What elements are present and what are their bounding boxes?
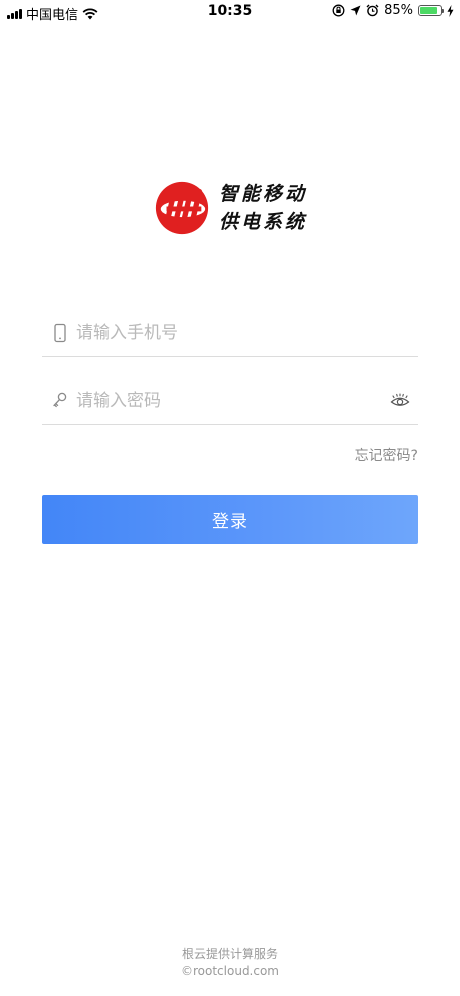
forgot-password-link[interactable]: 忘记密码? (355, 445, 418, 465)
login-button[interactable]: 登录 (42, 495, 418, 544)
phone-icon (54, 323, 66, 343)
eye-icon[interactable] (390, 393, 410, 409)
logo-emblem-icon (155, 181, 209, 235)
password-input[interactable] (76, 388, 376, 414)
battery-percent: 85% (384, 3, 413, 18)
battery-fill (420, 7, 437, 14)
footer: 根云提供计算服务 ©rootcloud.com (0, 946, 460, 980)
lock-rotation-icon (332, 4, 345, 17)
footer-provider-text: 根云提供计算服务 (181, 947, 278, 961)
battery-icon (418, 5, 444, 16)
phone-field (42, 312, 418, 357)
logo-line-2: 供电系统 (219, 211, 308, 233)
status-right: 85% (332, 3, 454, 18)
password-field (42, 380, 418, 425)
alarm-icon (366, 4, 379, 17)
location-icon (350, 5, 361, 16)
key-icon (53, 392, 67, 408)
logo-text: 智能移动 供电系统 (219, 180, 307, 236)
charging-icon (447, 4, 454, 17)
logo-line-1: 智能移动 (219, 183, 308, 205)
status-bar: 中国电信 10:35 85% (0, 0, 460, 26)
footer-copyright: ©rootcloud.com (181, 964, 279, 978)
app-logo: 智能移动 供电系统 (153, 178, 313, 238)
phone-input[interactable] (76, 320, 376, 346)
